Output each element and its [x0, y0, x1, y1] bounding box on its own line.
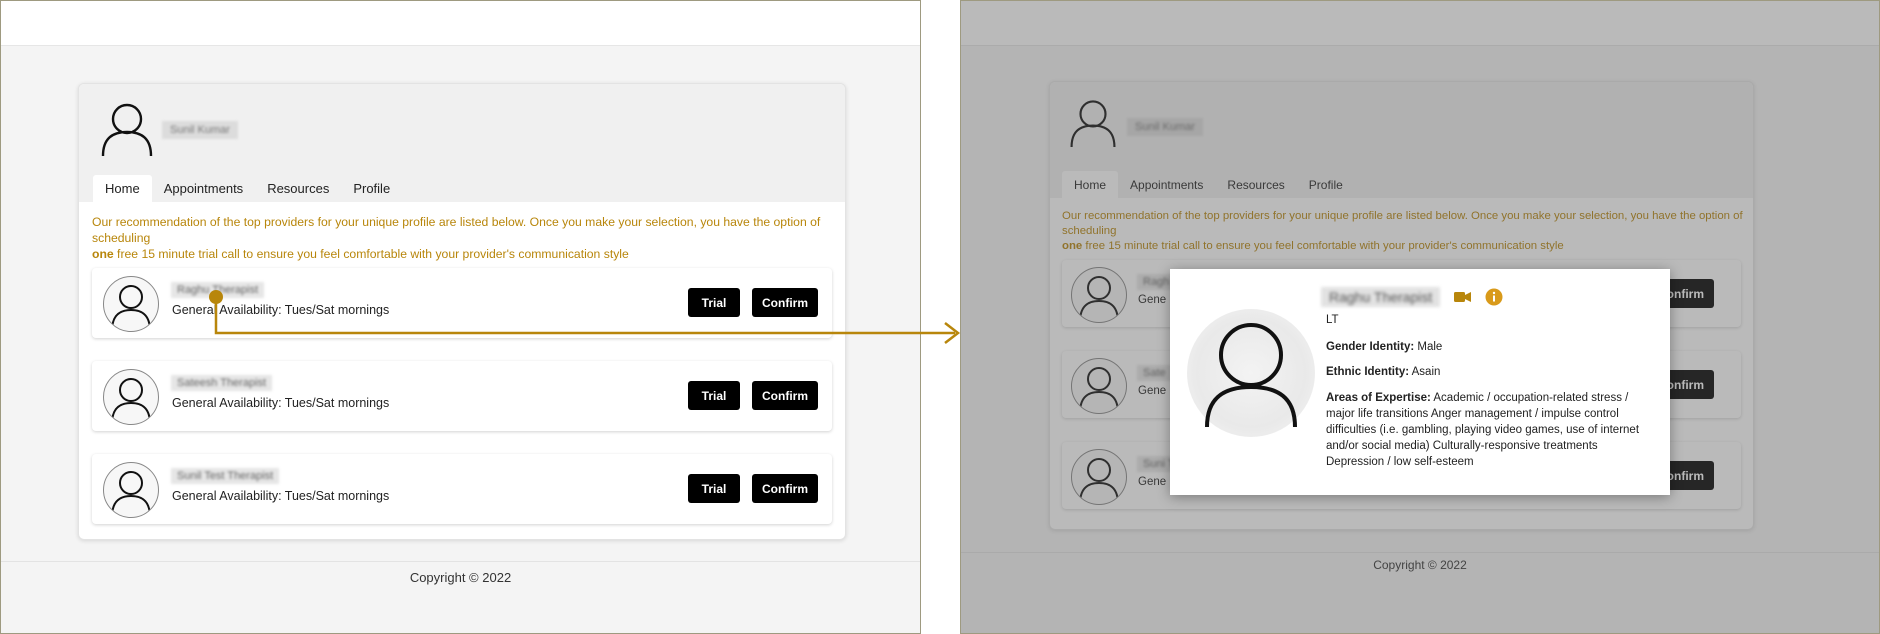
- callout-arrow: [209, 290, 961, 344]
- callout-line: [214, 297, 955, 335]
